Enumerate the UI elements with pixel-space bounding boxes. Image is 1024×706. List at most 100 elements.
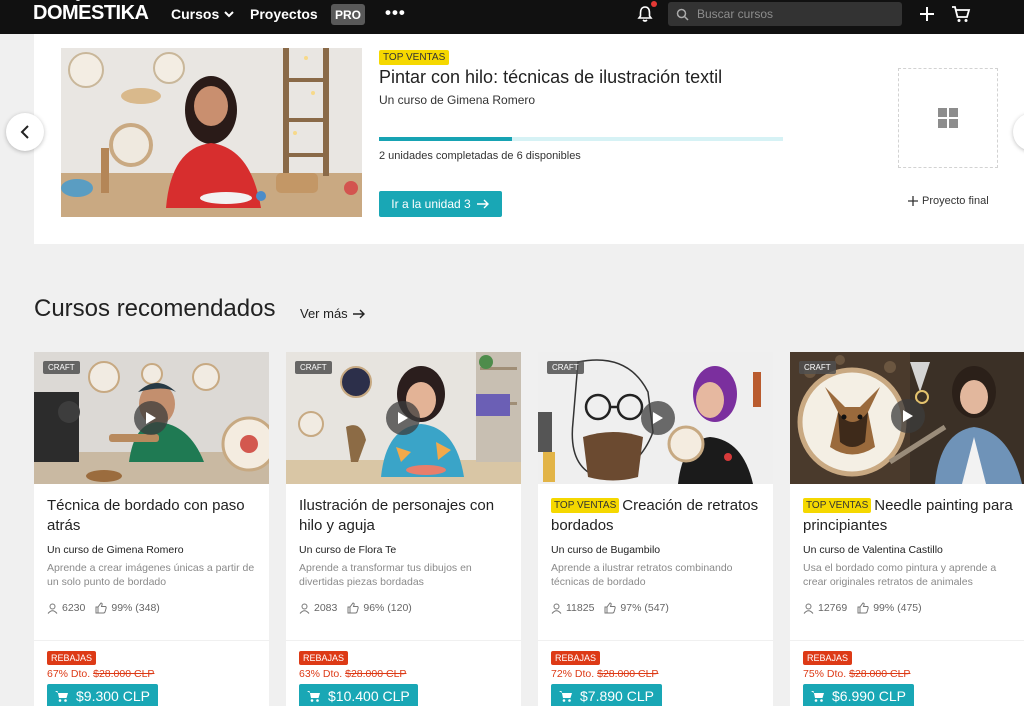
course-card-stats: 12769 99% (475) xyxy=(803,602,922,614)
students-count: 6230 xyxy=(62,602,86,614)
students-count: 2083 xyxy=(314,602,338,614)
user-icon xyxy=(47,603,58,614)
arrow-right-icon xyxy=(476,199,489,209)
sale-badge: REBAJAS xyxy=(551,651,601,665)
category-tag: CRAFT xyxy=(547,361,584,374)
course-card-description: Usa el bordado como pintura y aprende a … xyxy=(803,562,997,588)
notification-dot xyxy=(651,1,657,7)
price-label: $10.400 CLP xyxy=(328,688,410,704)
cart-icon xyxy=(559,691,572,702)
course-progress-bar xyxy=(379,137,783,141)
old-price: $28.000 CLP xyxy=(93,668,155,680)
category-tag: CRAFT xyxy=(295,361,332,374)
course-card-thumbnail[interactable]: CRAFT xyxy=(286,352,521,484)
course-card-title-text: Ilustración de personajes con hilo y agu… xyxy=(299,497,495,534)
see-more-link[interactable]: Ver más xyxy=(300,306,366,321)
course-card-thumbnail[interactable]: CRAFT xyxy=(790,352,1024,484)
user-icon xyxy=(299,603,310,614)
thumbs-up-icon xyxy=(604,602,617,614)
domestika-logo[interactable]: DOMESTIKA xyxy=(33,2,149,25)
buy-button[interactable]: $9.300 CLP xyxy=(47,684,158,706)
price-label: $7.890 CLP xyxy=(580,688,654,704)
thumbs-up-icon xyxy=(95,602,108,614)
sale-badge: REBAJAS xyxy=(299,651,349,665)
final-project-placeholder[interactable] xyxy=(898,68,998,168)
thumbs-up-icon xyxy=(347,602,360,614)
course-card[interactable]: CRAFT TOP VENTAS Needle painting para pri… xyxy=(790,352,1024,706)
cart-icon[interactable] xyxy=(951,4,971,24)
category-tag: CRAFT xyxy=(43,361,80,374)
current-course-panel: TOP VENTAS Pintar con hilo: técnicas de … xyxy=(34,34,1024,244)
card-divider xyxy=(538,640,773,641)
course-card-author: Un curso de Bugambilo xyxy=(551,544,661,556)
add-final-project-link[interactable]: Proyecto final xyxy=(908,195,989,207)
students-count: 11825 xyxy=(566,602,595,614)
course-thumbnail[interactable] xyxy=(61,48,362,217)
more-menu-button[interactable]: ••• xyxy=(385,3,406,23)
recommended-heading: Cursos recomendados xyxy=(34,295,276,322)
top-sales-badge: TOP VENTAS xyxy=(803,498,872,513)
search-bar[interactable] xyxy=(668,2,902,26)
final-project-label: Proyecto final xyxy=(922,195,989,207)
see-more-label: Ver más xyxy=(300,306,348,321)
category-tag: CRAFT xyxy=(799,361,836,374)
course-card[interactable]: CRAFT Ilustración de personajes con hilo… xyxy=(286,352,521,706)
discount-info: 63% Dto. $28.000 CLP xyxy=(299,668,406,680)
play-button[interactable] xyxy=(641,401,675,435)
course-card-description: Aprende a ilustrar retratos combinando t… xyxy=(551,562,733,588)
rating-value: 96% (120) xyxy=(363,602,412,614)
nav-courses-label: Cursos xyxy=(171,6,220,22)
top-navbar: DOMESTIKA Cursos Proyectos PRO ••• xyxy=(0,0,1024,34)
course-thumbnail-image xyxy=(61,48,362,217)
course-card-title[interactable]: Ilustración de personajes con hilo y agu… xyxy=(299,496,514,536)
thumbs-up-icon xyxy=(857,602,869,614)
user-icon xyxy=(803,603,814,614)
card-divider xyxy=(286,640,521,641)
course-card-title-text: Técnica de bordado con paso atrás xyxy=(47,497,245,534)
nav-projects-label: Proyectos xyxy=(250,6,318,22)
plus-icon[interactable] xyxy=(918,5,936,23)
course-card[interactable]: CRAFT TOP VENTAS Creación de retratos bor… xyxy=(538,352,773,706)
rating-value: 97% (547) xyxy=(620,602,669,614)
buy-button[interactable]: $10.400 CLP xyxy=(299,684,418,706)
old-price: $28.000 CLP xyxy=(597,668,659,680)
chevron-down-icon xyxy=(224,11,234,18)
discount-info: 72% Dto. $28.000 CLP xyxy=(551,668,658,680)
course-card-title[interactable]: Técnica de bordado con paso atrás xyxy=(47,496,262,536)
search-input[interactable] xyxy=(697,7,897,21)
course-card-author: Un curso de Flora Te xyxy=(299,544,397,556)
play-button[interactable] xyxy=(386,401,420,435)
play-icon xyxy=(146,412,156,424)
price-label: $6.990 CLP xyxy=(832,688,906,704)
go-to-unit-button[interactable]: Ir a la unidad 3 xyxy=(379,191,502,217)
course-card[interactable]: CRAFT Técnica de bordado con paso atrás … xyxy=(34,352,269,706)
course-card-author: Un curso de Gimena Romero xyxy=(47,544,184,556)
nav-projects-link[interactable]: Proyectos xyxy=(250,6,318,22)
user-icon xyxy=(551,603,562,614)
arrow-right-icon xyxy=(352,309,365,318)
top-sales-badge: TOP VENTAS xyxy=(379,50,450,65)
carousel-prev-button[interactable] xyxy=(6,113,44,151)
course-card-title[interactable]: TOP VENTAS Creación de retratos bordados xyxy=(551,496,766,536)
course-title[interactable]: Pintar con hilo: técnicas de ilustración… xyxy=(379,67,722,88)
nav-courses-menu[interactable]: Cursos xyxy=(171,6,234,22)
course-card-stats: 2083 96% (120) xyxy=(299,602,412,614)
search-icon xyxy=(676,8,689,21)
buy-button[interactable]: $6.990 CLP xyxy=(803,684,914,706)
course-card-thumbnail[interactable]: CRAFT xyxy=(538,352,773,484)
bell-icon[interactable] xyxy=(636,5,654,23)
course-card-stats: 6230 99% (348) xyxy=(47,602,160,614)
discount-percent: 72% Dto. xyxy=(551,668,595,680)
course-card-author: Un curso de Valentina Castillo xyxy=(803,544,943,556)
course-card-title[interactable]: TOP VENTAS Needle painting para principia… xyxy=(803,496,1018,536)
buy-button[interactable]: $7.890 CLP xyxy=(551,684,662,706)
sale-badge: REBAJAS xyxy=(803,651,853,665)
course-card-thumbnail[interactable]: CRAFT xyxy=(34,352,269,484)
course-card-description: Aprende a crear imágenes únicas a partir… xyxy=(47,562,255,588)
course-author: Un curso de Gimena Romero xyxy=(379,93,536,107)
play-icon xyxy=(903,410,913,422)
play-button[interactable] xyxy=(891,399,925,433)
play-button[interactable] xyxy=(134,401,168,435)
students-count: 12769 xyxy=(818,602,848,614)
pro-button[interactable]: PRO xyxy=(331,4,365,25)
